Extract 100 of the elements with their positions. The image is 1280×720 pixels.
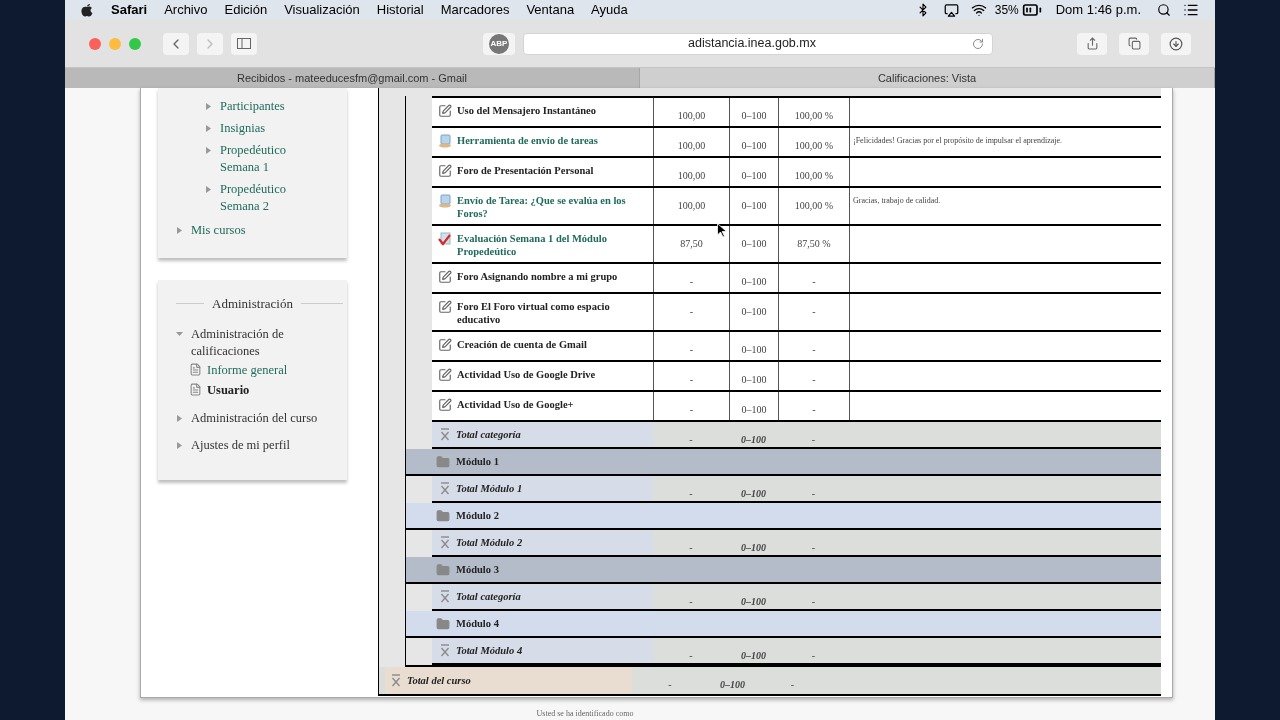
app-menu[interactable]: Safari: [111, 0, 148, 20]
grade-value: 100,00: [677, 170, 706, 181]
login-info-text: Usted se ha identificado como: [536, 708, 634, 720]
grade-value: -: [689, 374, 694, 385]
edit-icon: [438, 338, 452, 352]
menu-item[interactable]: Ayuda: [591, 0, 628, 20]
range-value: 0–100: [741, 170, 767, 181]
page-icon: [189, 363, 202, 376]
percentage-value: 87,50 %: [797, 238, 831, 249]
navigation-link[interactable]: Propedéutico Semana 1: [220, 142, 310, 176]
mean-icon: [440, 482, 450, 495]
administration-link[interactable]: Administración de calificaciones: [191, 325, 321, 360]
module-title: Módulo 2: [456, 508, 499, 523]
menu-item[interactable]: Edición: [224, 0, 268, 20]
range-value: 0–100: [720, 679, 745, 690]
search-icon[interactable]: [1157, 3, 1171, 17]
menu-item[interactable]: Visualización: [284, 0, 360, 20]
activity-name: Actividad Uso de Google Drive: [457, 368, 596, 381]
downloads-button[interactable]: [1161, 32, 1191, 55]
address-field[interactable]: adistancia.inea.gob.mx: [523, 32, 993, 55]
range-value: 0–100: [741, 238, 767, 249]
menu-item[interactable]: Historial: [376, 0, 424, 20]
adblock-button[interactable]: ABP: [483, 32, 515, 55]
activity-name[interactable]: Evaluación Semana 1 del Módulo Propedeútico: [457, 232, 647, 258]
collapsed-arrow-icon: [205, 147, 212, 154]
checkmark-icon: [438, 232, 452, 246]
menu-item[interactable]: Marcadores: [440, 0, 510, 20]
total-label: Total Módulo 2: [456, 535, 523, 550]
folder-icon: [436, 562, 450, 577]
range-value: 0–100: [741, 200, 767, 211]
grade-value: 100,00: [677, 200, 706, 211]
percentage-value: 100,00 %: [794, 110, 834, 121]
range-value: 0–100: [741, 650, 766, 661]
grade-value: -: [689, 542, 693, 553]
wifi-icon[interactable]: [970, 2, 987, 18]
navigation-link[interactable]: Insignias: [220, 120, 310, 137]
module-title: Módulo 3: [456, 562, 499, 577]
reload-icon[interactable]: [972, 37, 984, 50]
edit-icon: [438, 164, 452, 178]
edit-icon: [438, 398, 452, 412]
percentage-value: -: [812, 344, 816, 355]
feedback-text: ¡Felicidades! Gracias por el propósito de impulsar el aprendizaje.: [853, 136, 1063, 145]
folder-icon: [436, 454, 450, 469]
activity-name: Creación de cuenta de Gmail: [457, 338, 587, 351]
grade-value: -: [689, 434, 693, 445]
grade-value: 100,00: [677, 140, 706, 151]
browser-tab[interactable]: Calificaciones: Vista: [640, 68, 1215, 88]
sidebar-button[interactable]: [231, 32, 257, 55]
menu-clock[interactable]: Dom 1:46 p.m.: [1055, 0, 1141, 20]
activity-name[interactable]: Envío de Tarea: ¿Que se evalúa en los Foros?: [457, 194, 647, 220]
mean-icon: [440, 536, 450, 549]
share-button[interactable]: [1077, 32, 1107, 55]
navigation-link[interactable]: Propedéutico Semana 2: [220, 181, 310, 215]
report-link[interactable]: Informe general: [207, 359, 288, 380]
range-value: 0–100: [741, 374, 767, 385]
percentage-value: -: [812, 306, 816, 317]
percentage-value: -: [790, 679, 795, 690]
document-icon: [438, 134, 452, 148]
range-value: 0–100: [741, 596, 766, 607]
grade-value: -: [689, 488, 693, 499]
list-icon[interactable]: [1183, 2, 1199, 18]
range-value: 0–100: [741, 434, 766, 445]
range-value: 0–100: [741, 306, 767, 317]
range-value: 0–100: [741, 140, 767, 151]
administration-link[interactable]: Ajustes de mi perfil: [191, 436, 321, 454]
percentage-value: -: [811, 596, 816, 607]
total-label: Total categoría: [456, 589, 521, 604]
report-link[interactable]: Usuario: [207, 379, 250, 400]
folder-icon: [436, 508, 450, 523]
download-icon: [1169, 36, 1183, 51]
collapsed-arrow-icon: [205, 125, 212, 132]
block-title: Administración: [212, 295, 293, 313]
menu-item[interactable]: Archivo: [164, 0, 208, 20]
grade-value: 87,50: [680, 238, 703, 249]
grade-value: -: [689, 276, 694, 287]
grade-value: -: [689, 404, 694, 415]
menu-item[interactable]: Ventana: [526, 0, 575, 20]
percentage-value: -: [811, 434, 816, 445]
range-value: 0–100: [741, 542, 766, 553]
administration-link[interactable]: Administración del curso: [191, 409, 321, 427]
navigation-link[interactable]: Mis cursos: [191, 222, 246, 239]
airplay-icon[interactable]: [943, 2, 959, 18]
navigation-link[interactable]: Participantes: [220, 98, 310, 115]
total-label: Total del curso: [407, 673, 471, 688]
total-label: Total Módulo 4: [456, 643, 523, 658]
document-icon: [438, 194, 452, 208]
activity-name[interactable]: Herramienta de envío de tareas: [457, 134, 598, 147]
apple-icon[interactable]: [81, 3, 93, 17]
percentage-value: 100,00 %: [794, 140, 834, 151]
collapsed-arrow-icon: [205, 103, 212, 110]
battery-percentage: 35%: [994, 2, 1019, 19]
activity-name: Uso del Mensajero Instantáneo: [457, 104, 596, 117]
edit-icon: [438, 368, 452, 382]
total-label: Total categoría: [456, 427, 521, 442]
total-label: Total Módulo 1: [456, 481, 523, 496]
tabs-button[interactable]: [1119, 32, 1149, 55]
activity-name: Foro Asignando nombre a mi grupo: [457, 270, 618, 283]
module-title: Módulo 1: [456, 454, 499, 469]
percentage-value: -: [812, 404, 816, 415]
collapsed-arrow-icon: [176, 227, 183, 234]
